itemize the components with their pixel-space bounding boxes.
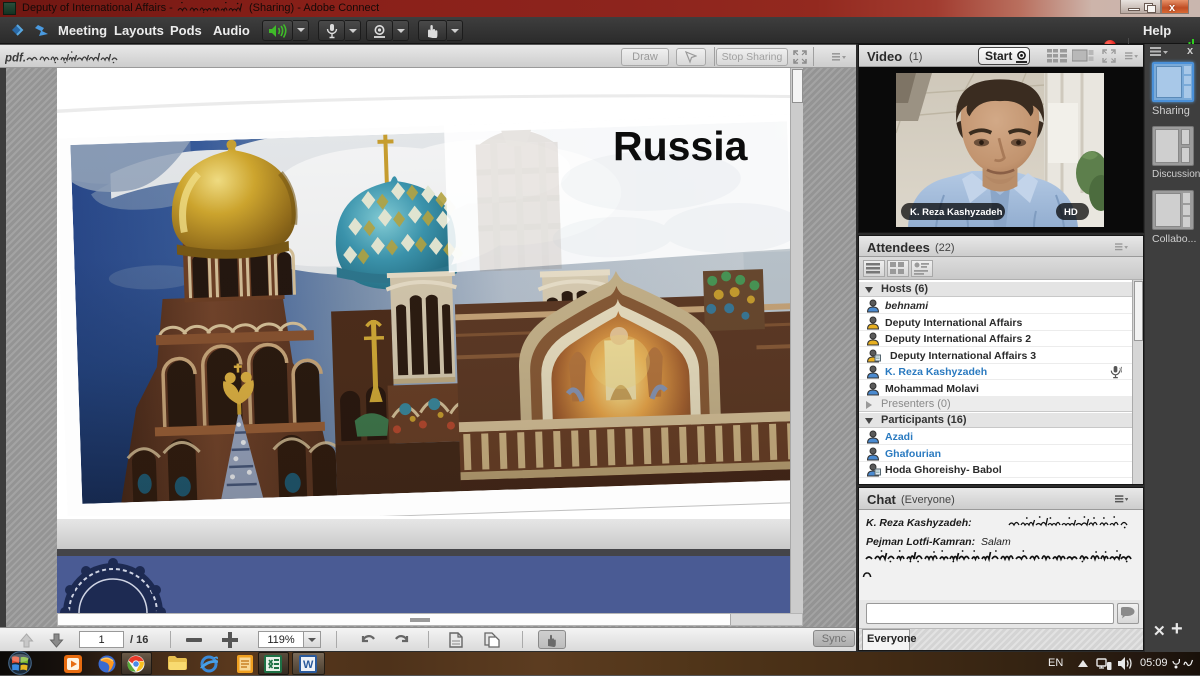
svg-text:W: W <box>303 659 314 671</box>
svg-text:pdf.: pdf. <box>5 53 26 65</box>
svg-text:Russia: Russia <box>613 123 749 169</box>
svg-text:K. Reza Kashyzadeh:: K. Reza Kashyzadeh: <box>866 517 972 529</box>
svg-text:K. Reza Kashyzadeh: K. Reza Kashyzadeh <box>910 207 1003 218</box>
svg-text:HD: HD <box>1064 207 1078 218</box>
